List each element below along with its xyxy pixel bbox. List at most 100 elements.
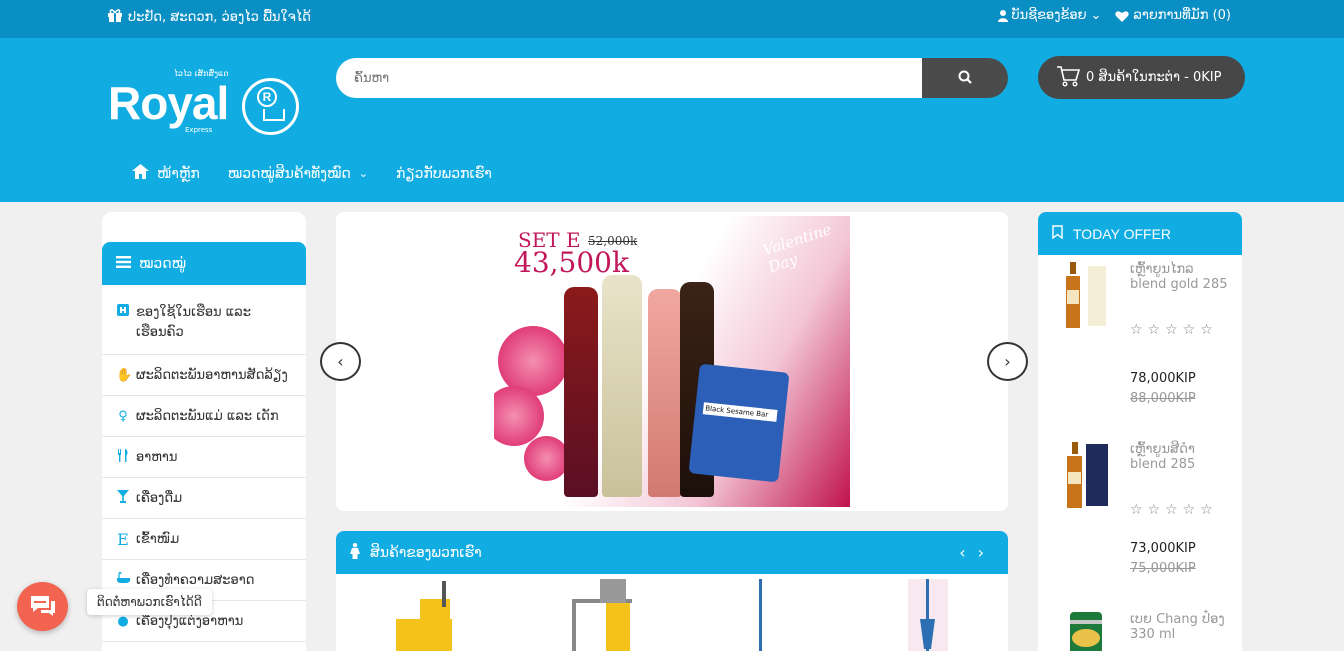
cutlery-icon bbox=[116, 448, 130, 466]
carousel-prev-button[interactable]: ‹ bbox=[320, 342, 361, 381]
nav-about[interactable]: ກ່ຽວກັບພວກເຮົາ bbox=[396, 166, 492, 182]
logo-r-letter: R bbox=[257, 87, 277, 107]
chevron-down-icon: ⌄ bbox=[358, 167, 368, 180]
rating-stars: ☆☆☆☆☆ bbox=[1130, 322, 1218, 338]
chevron-left-icon: ‹ bbox=[337, 352, 344, 371]
baby-icon: ♀ bbox=[118, 408, 128, 424]
menu-icon bbox=[116, 255, 131, 272]
bottle-image bbox=[602, 275, 642, 497]
our-products-section: ສິນຄ້າຂອງພວກເຮົາ ‹ › bbox=[336, 531, 1008, 651]
cart-label: 0 ສິນຄ້າໃນກະຕ່າ - 0KIP bbox=[1086, 70, 1222, 85]
logo-word: Royal bbox=[108, 77, 229, 129]
products-nav: ‹ › bbox=[959, 543, 984, 562]
category-label: ຂອງໃຊ້ໃນເຮືອນ ແລະ ເຮືອນຄົວ bbox=[136, 305, 251, 340]
bag-label: Black Sesame Bar bbox=[702, 402, 778, 422]
category-item-drinks[interactable]: ເຄື່ອງດື່ມ bbox=[102, 478, 306, 519]
search-input[interactable] bbox=[336, 58, 926, 98]
product-image bbox=[1064, 612, 1108, 651]
product-price: 78,000KIP bbox=[1130, 371, 1196, 386]
chat-button[interactable] bbox=[17, 582, 68, 631]
bottle-image bbox=[648, 289, 682, 497]
bookmark-icon bbox=[1052, 225, 1063, 242]
spice-icon: ● bbox=[117, 613, 129, 629]
logo-sub: Express bbox=[185, 126, 213, 134]
product-image bbox=[1064, 442, 1108, 508]
cart-button[interactable]: 0 ສິນຄ້າໃນກະຕ່າ - 0KIP bbox=[1038, 56, 1245, 99]
site-logo[interactable]: ໄວໄວ ເສັກສົ່ງແດ Royal Express R bbox=[108, 66, 303, 146]
product-image bbox=[1064, 262, 1108, 328]
wishlist-label: ລາຍການທີ່ມັກ (0) bbox=[1133, 8, 1231, 23]
promo-message: ປະຢັດ, ສະດວກ, ວ່ອງໄວ ພື້ນໃຈໄດ້ bbox=[107, 7, 311, 27]
product-name: ເຫຼົ້າຍູນໄກລ blend gold 285 bbox=[1130, 262, 1228, 292]
nav-categories-label: ໝວດໝູ່ສິນຄ້າທັງໝົດ bbox=[227, 165, 351, 182]
category-item-pet[interactable]: ✋ ຜະລິດຕະພັນອາຫານສັດລ້ຽງ bbox=[102, 355, 306, 396]
female-icon bbox=[350, 542, 360, 563]
our-products-title: ສິນຄ້າຂອງພວກເຮົາ bbox=[370, 544, 482, 561]
rating-stars: ☆☆☆☆☆ bbox=[1130, 502, 1218, 518]
account-menu[interactable]: ບັນຊີຂອງຂ້ອຍ ⌄ bbox=[997, 8, 1102, 23]
promo-banner-carousel: SET E 52,000k 43,500k Valentine Day Blac… bbox=[320, 212, 1028, 511]
chevron-right-icon[interactable]: › bbox=[978, 543, 984, 562]
gift-icon bbox=[107, 7, 123, 27]
product-thumbnail[interactable] bbox=[906, 579, 956, 651]
product-price: 73,000KIP bbox=[1130, 541, 1196, 556]
product-thumbnail[interactable] bbox=[731, 579, 791, 651]
product-thumbnail[interactable] bbox=[386, 579, 466, 651]
offer-product[interactable]: ເບຍ Chang ປ໋ອງ 330 ml bbox=[1038, 612, 1242, 651]
bottle-image bbox=[564, 287, 598, 497]
category-label: ຜະລິດຕະພັນອາຫານສັດລ້ຽງ bbox=[136, 367, 288, 383]
wishlist-link[interactable]: ລາຍການທີ່ມັກ (0) bbox=[1115, 8, 1231, 23]
category-sidebar-title: ໝວດໝູ່ bbox=[139, 255, 187, 272]
category-item-household[interactable]: ຂອງໃຊ້ໃນເຮືອນ ແລະ ເຮືອນຄົວ bbox=[102, 285, 306, 355]
snack-icon: E bbox=[117, 529, 129, 549]
rose-decoration bbox=[524, 436, 569, 481]
home-icon bbox=[132, 164, 149, 183]
category-sidebar: ໝວດໝູ່ ຂອງໃຊ້ໃນເຮືອນ ແລະ ເຮືອນຄົວ ✋ ຜະລິ… bbox=[102, 212, 306, 651]
heart-icon bbox=[1115, 10, 1130, 22]
nav-home-label: ໜ້າຫຼັກ bbox=[157, 165, 200, 182]
snack-bag-image: Black Sesame Bar bbox=[688, 363, 790, 483]
banner-tagline: Valentine Day bbox=[760, 220, 834, 277]
category-item-snacks[interactable]: E ເຂົ້າໜົມ bbox=[102, 519, 306, 560]
top-bar: ປະຢັດ, ສະດວກ, ວ່ອງໄວ ພື້ນໃຈໄດ້ ບັນຊີຂອງຂ… bbox=[0, 0, 1344, 38]
product-name: ເບຍ Chang ປ໋ອງ 330 ml bbox=[1130, 612, 1225, 642]
today-offer-panel: TODAY OFFER ເຫຼົ້າຍູນໄກລ blend gold 285 … bbox=[1038, 212, 1242, 651]
offer-product[interactable]: ເຫຼົ້າຍູນສີດຳ blend 285 ☆☆☆☆☆ 73,000KIP … bbox=[1038, 442, 1242, 612]
search-button[interactable] bbox=[922, 58, 1008, 98]
nav-home[interactable]: ໜ້າຫຼັກ bbox=[132, 164, 200, 183]
category-label: ເຄື່ອງທຳຄວາມສະອາດ bbox=[136, 572, 255, 588]
bath-icon bbox=[116, 571, 130, 588]
category-sidebar-header: ໝວດໝູ່ bbox=[102, 242, 306, 285]
category-item-food[interactable]: ອາຫານ bbox=[102, 437, 306, 478]
product-thumbnail[interactable] bbox=[566, 579, 646, 651]
banner-image[interactable]: SET E 52,000k 43,500k Valentine Day Blac… bbox=[494, 216, 850, 507]
glass-icon bbox=[116, 489, 130, 507]
product-name: ເຫຼົ້າຍູນສີດຳ blend 285 bbox=[1130, 442, 1196, 472]
today-offer-title: TODAY OFFER bbox=[1073, 225, 1172, 242]
search-icon bbox=[958, 69, 972, 88]
main-nav: ໜ້າຫຼັກ ໝວດໝູ່ສິນຄ້າທັງໝົດ ⌄ ກ່ຽວກັບພວກເ… bbox=[132, 164, 492, 183]
carousel-next-button[interactable]: › bbox=[987, 342, 1028, 381]
chat-bubble-icon bbox=[29, 593, 57, 621]
pet-icon: ✋ bbox=[116, 367, 133, 383]
nav-categories[interactable]: ໝວດໝູ່ສິນຄ້າທັງໝົດ ⌄ bbox=[228, 166, 368, 182]
product-old-price: 88,000KIP bbox=[1130, 391, 1196, 406]
category-label: ອາຫານ bbox=[136, 449, 178, 465]
category-item-baby[interactable]: ♀ ຜະລິດຕະພັນແມ່ ແລະ ເດັກ bbox=[102, 396, 306, 437]
chevron-left-icon[interactable]: ‹ bbox=[959, 543, 965, 562]
logo-cart-badge: R bbox=[242, 78, 299, 135]
category-label: ເຄື່ອງປຸງແຕ່ງອາຫານ bbox=[136, 613, 244, 629]
category-label: ເຄື່ອງດື່ມ bbox=[136, 490, 183, 506]
today-offer-header: TODAY OFFER bbox=[1038, 212, 1242, 255]
product-old-price: 75,000KIP bbox=[1130, 561, 1196, 576]
search-bar bbox=[336, 58, 1008, 98]
chevron-down-icon: ⌄ bbox=[1090, 8, 1102, 23]
chevron-right-icon: › bbox=[1004, 352, 1011, 371]
logo-cart-icon bbox=[263, 109, 285, 121]
category-label: ຜະລິດຕະພັນແມ່ ແລະ ເດັກ bbox=[136, 408, 279, 424]
promo-text: ປະຢັດ, ສະດວກ, ວ່ອງໄວ ພື້ນໃຈໄດ້ bbox=[128, 9, 311, 25]
home-icon bbox=[116, 303, 130, 323]
offer-product[interactable]: ເຫຼົ້າຍູນໄກລ blend gold 285 ☆☆☆☆☆ 78,000… bbox=[1038, 262, 1242, 432]
shopping-cart-icon bbox=[1056, 65, 1081, 91]
category-label: ເຂົ້າໜົມ bbox=[136, 531, 180, 547]
